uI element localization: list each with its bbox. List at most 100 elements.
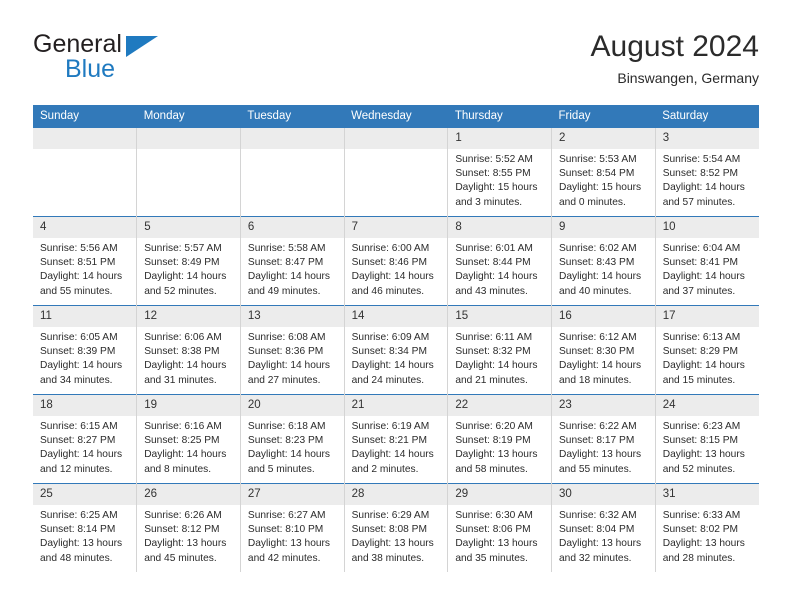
calendar-cell-day[interactable]: 14 Sunrise: 6:09 AM Sunset: 8:34 PM Dayligh… — [344, 305, 449, 395]
calendar-cell-day[interactable]: 16 Sunrise: 6:12 AM Sunset: 8:30 PM Dayligh… — [551, 305, 656, 395]
day-number: 4 — [33, 217, 137, 238]
calendar-cell-day[interactable]: 9 Sunrise: 6:02 AM Sunset: 8:43 PM Daylight… — [551, 216, 656, 306]
day-details: Sunrise: 6:29 AM Sunset: 8:08 PM Daylight:… — [345, 505, 448, 566]
daylight-text-line1: Daylight: 13 hours — [662, 538, 745, 550]
sunset-text: Sunset: 8:32 PM — [455, 346, 531, 358]
sunrise-text: Sunrise: 6:15 AM — [40, 421, 118, 432]
calendar-grid: Sunday Monday Tuesday Wednesday Thursday… — [33, 105, 759, 572]
calendar-cell-day[interactable]: 29 Sunrise: 6:30 AM Sunset: 8:06 PM Dayligh… — [447, 483, 553, 572]
calendar-cell-day[interactable]: 30 Sunrise: 6:32 AM Sunset: 8:04 PM Dayligh… — [551, 483, 656, 572]
sunrise-text: Sunrise: 5:56 AM — [40, 243, 118, 254]
calendar-cell-day[interactable]: 31 Sunrise: 6:33 AM Sunset: 8:02 PM Dayligh… — [655, 483, 759, 572]
daylight-text-line2: and 49 minutes. — [247, 285, 321, 297]
daylight-text-line1: Daylight: 14 hours — [40, 271, 123, 283]
sunrise-text: Sunrise: 6:13 AM — [662, 332, 741, 343]
calendar-cell-day[interactable]: 23 Sunrise: 6:22 AM Sunset: 8:17 PM Dayligh… — [551, 394, 656, 484]
calendar-cell-day[interactable]: 10 Sunrise: 6:04 AM Sunset: 8:41 PM Dayligh… — [655, 216, 759, 306]
daylight-text-line1: Daylight: 13 hours — [455, 538, 538, 550]
daylight-text-line1: Daylight: 14 hours — [40, 360, 123, 372]
calendar-week-row: 18 Sunrise: 6:15 AM Sunset: 8:27 PM Dayligh… — [33, 394, 759, 484]
sunset-text: Sunset: 8:02 PM — [662, 524, 739, 536]
sunset-text: Sunset: 8:38 PM — [144, 346, 220, 358]
sunset-text: Sunset: 8:19 PM — [455, 435, 531, 447]
calendar-body: 1 Sunrise: 5:52 AM Sunset: 8:55 PM Daylight… — [33, 128, 759, 572]
day-number: 31 — [655, 484, 759, 505]
daylight-text-line2: and 27 minutes. — [247, 374, 321, 386]
sunset-text: Sunset: 8:55 PM — [455, 168, 531, 180]
calendar-cell-day[interactable]: 6 Sunrise: 5:58 AM Sunset: 8:47 PM Daylight… — [240, 216, 345, 306]
sunset-text: Sunset: 8:47 PM — [247, 257, 324, 269]
calendar-cell-day[interactable]: 28 Sunrise: 6:29 AM Sunset: 8:08 PM Dayligh… — [344, 483, 449, 572]
day-details: Sunrise: 6:26 AM Sunset: 8:12 PM Daylight:… — [137, 505, 240, 566]
daylight-text-line1: Daylight: 14 hours — [559, 360, 642, 372]
calendar-cell-day[interactable]: 26 Sunrise: 6:26 AM Sunset: 8:12 PM Dayligh… — [136, 483, 241, 572]
calendar-cell-day[interactable]: 22 Sunrise: 6:20 AM Sunset: 8:19 PM Dayligh… — [447, 394, 553, 484]
generalblue-logo[interactable]: General Blue — [33, 28, 263, 90]
calendar-cell-day[interactable]: 15 Sunrise: 6:11 AM Sunset: 8:32 PM Dayligh… — [447, 305, 553, 395]
sunset-text: Sunset: 8:25 PM — [144, 435, 220, 447]
calendar-week-row: 1 Sunrise: 5:52 AM Sunset: 8:55 PM Daylight… — [33, 128, 759, 217]
daylight-text-line2: and 46 minutes. — [351, 285, 425, 297]
daylight-text-line1: Daylight: 14 hours — [455, 271, 538, 283]
sunrise-text: Sunrise: 6:06 AM — [144, 332, 222, 343]
sunrise-text: Sunrise: 6:23 AM — [662, 421, 741, 432]
calendar-cell-day[interactable]: 3 Sunrise: 5:54 AM Sunset: 8:52 PM Daylight… — [655, 128, 759, 217]
daylight-text-line1: Daylight: 13 hours — [559, 449, 642, 461]
sunset-text: Sunset: 8:39 PM — [40, 346, 116, 358]
calendar-cell-day[interactable]: 4 Sunrise: 5:56 AM Sunset: 8:51 PM Daylight… — [33, 216, 138, 306]
calendar-cell-day[interactable]: 11 Sunrise: 6:05 AM Sunset: 8:39 PM Dayligh… — [33, 305, 138, 395]
day-number: 7 — [344, 217, 448, 238]
sunrise-text: Sunrise: 6:16 AM — [144, 421, 222, 432]
daylight-text-line2: and 57 minutes. — [662, 196, 736, 208]
daylight-text-line1: Daylight: 14 hours — [144, 449, 227, 461]
sunrise-text: Sunrise: 6:27 AM — [247, 510, 326, 521]
day-details: Sunrise: 6:06 AM Sunset: 8:38 PM Daylight:… — [137, 327, 240, 388]
calendar-cell-day[interactable]: 13 Sunrise: 6:08 AM Sunset: 8:36 PM Dayligh… — [240, 305, 345, 395]
calendar-cell-day[interactable]: 21 Sunrise: 6:19 AM Sunset: 8:21 PM Dayligh… — [344, 394, 449, 484]
daylight-text-line2: and 5 minutes. — [247, 463, 315, 475]
sunrise-text: Sunrise: 6:09 AM — [351, 332, 430, 343]
daylight-text-line1: Daylight: 14 hours — [455, 360, 538, 372]
day-number: 24 — [655, 395, 759, 416]
daylight-text-line1: Daylight: 14 hours — [351, 449, 434, 461]
calendar-cell-day[interactable]: 5 Sunrise: 5:57 AM Sunset: 8:49 PM Daylight… — [136, 216, 241, 306]
sunrise-text: Sunrise: 6:26 AM — [144, 510, 222, 521]
calendar-cell-day[interactable]: 18 Sunrise: 6:15 AM Sunset: 8:27 PM Dayligh… — [33, 394, 138, 484]
daylight-text-line1: Daylight: 13 hours — [559, 538, 642, 550]
day-number: 29 — [448, 484, 552, 505]
daylight-text-line2: and 55 minutes. — [559, 463, 632, 475]
calendar-cell-day[interactable]: 1 Sunrise: 5:52 AM Sunset: 8:55 PM Daylight… — [447, 128, 553, 217]
sunrise-text: Sunrise: 6:29 AM — [351, 510, 430, 521]
calendar-cell-day[interactable]: 12 Sunrise: 6:06 AM Sunset: 8:38 PM Dayligh… — [136, 305, 241, 395]
calendar-cell-day[interactable]: 8 Sunrise: 6:01 AM Sunset: 8:44 PM Daylight… — [447, 216, 553, 306]
calendar-cell-day[interactable]: 20 Sunrise: 6:18 AM Sunset: 8:23 PM Dayligh… — [240, 394, 345, 484]
daylight-text-line1: Daylight: 14 hours — [662, 360, 745, 372]
sunset-text: Sunset: 8:36 PM — [247, 346, 324, 358]
day-number — [240, 128, 344, 149]
calendar-cell-day[interactable]: 2 Sunrise: 5:53 AM Sunset: 8:54 PM Daylight… — [551, 128, 656, 217]
daylight-text-line1: Daylight: 13 hours — [662, 449, 745, 461]
day-details: Sunrise: 6:01 AM Sunset: 8:44 PM Daylight:… — [448, 238, 551, 299]
daylight-text-line1: Daylight: 14 hours — [662, 182, 745, 194]
sunrise-text: Sunrise: 6:33 AM — [662, 510, 741, 521]
daylight-text-line1: Daylight: 13 hours — [40, 538, 123, 550]
sunset-text: Sunset: 8:15 PM — [662, 435, 739, 447]
day-details: Sunrise: 6:22 AM Sunset: 8:17 PM Daylight:… — [552, 416, 655, 477]
sunrise-text: Sunrise: 6:30 AM — [455, 510, 533, 521]
calendar-cell-day[interactable]: 19 Sunrise: 6:16 AM Sunset: 8:25 PM Dayligh… — [136, 394, 241, 484]
day-number: 11 — [33, 306, 137, 327]
sunset-text: Sunset: 8:41 PM — [662, 257, 739, 269]
daylight-text-line2: and 31 minutes. — [144, 374, 217, 386]
calendar-week-row: 25 Sunrise: 6:25 AM Sunset: 8:14 PM Dayligh… — [33, 483, 759, 572]
day-details: Sunrise: 6:16 AM Sunset: 8:25 PM Daylight:… — [137, 416, 240, 477]
calendar-cell-day[interactable]: 17 Sunrise: 6:13 AM Sunset: 8:29 PM Dayligh… — [655, 305, 759, 395]
daylight-text-line1: Daylight: 14 hours — [351, 360, 434, 372]
sunrise-text: Sunrise: 5:52 AM — [455, 154, 533, 165]
calendar-cell-day[interactable]: 27 Sunrise: 6:27 AM Sunset: 8:10 PM Dayligh… — [240, 483, 345, 572]
weekday-header-sunday: Sunday — [33, 105, 137, 128]
calendar-cell-empty — [240, 128, 345, 217]
calendar-cell-day[interactable]: 7 Sunrise: 6:00 AM Sunset: 8:46 PM Daylight… — [344, 216, 449, 306]
calendar-cell-day[interactable]: 25 Sunrise: 6:25 AM Sunset: 8:14 PM Dayligh… — [33, 483, 138, 572]
calendar-cell-day[interactable]: 24 Sunrise: 6:23 AM Sunset: 8:15 PM Dayligh… — [655, 394, 759, 484]
day-number: 18 — [33, 395, 137, 416]
